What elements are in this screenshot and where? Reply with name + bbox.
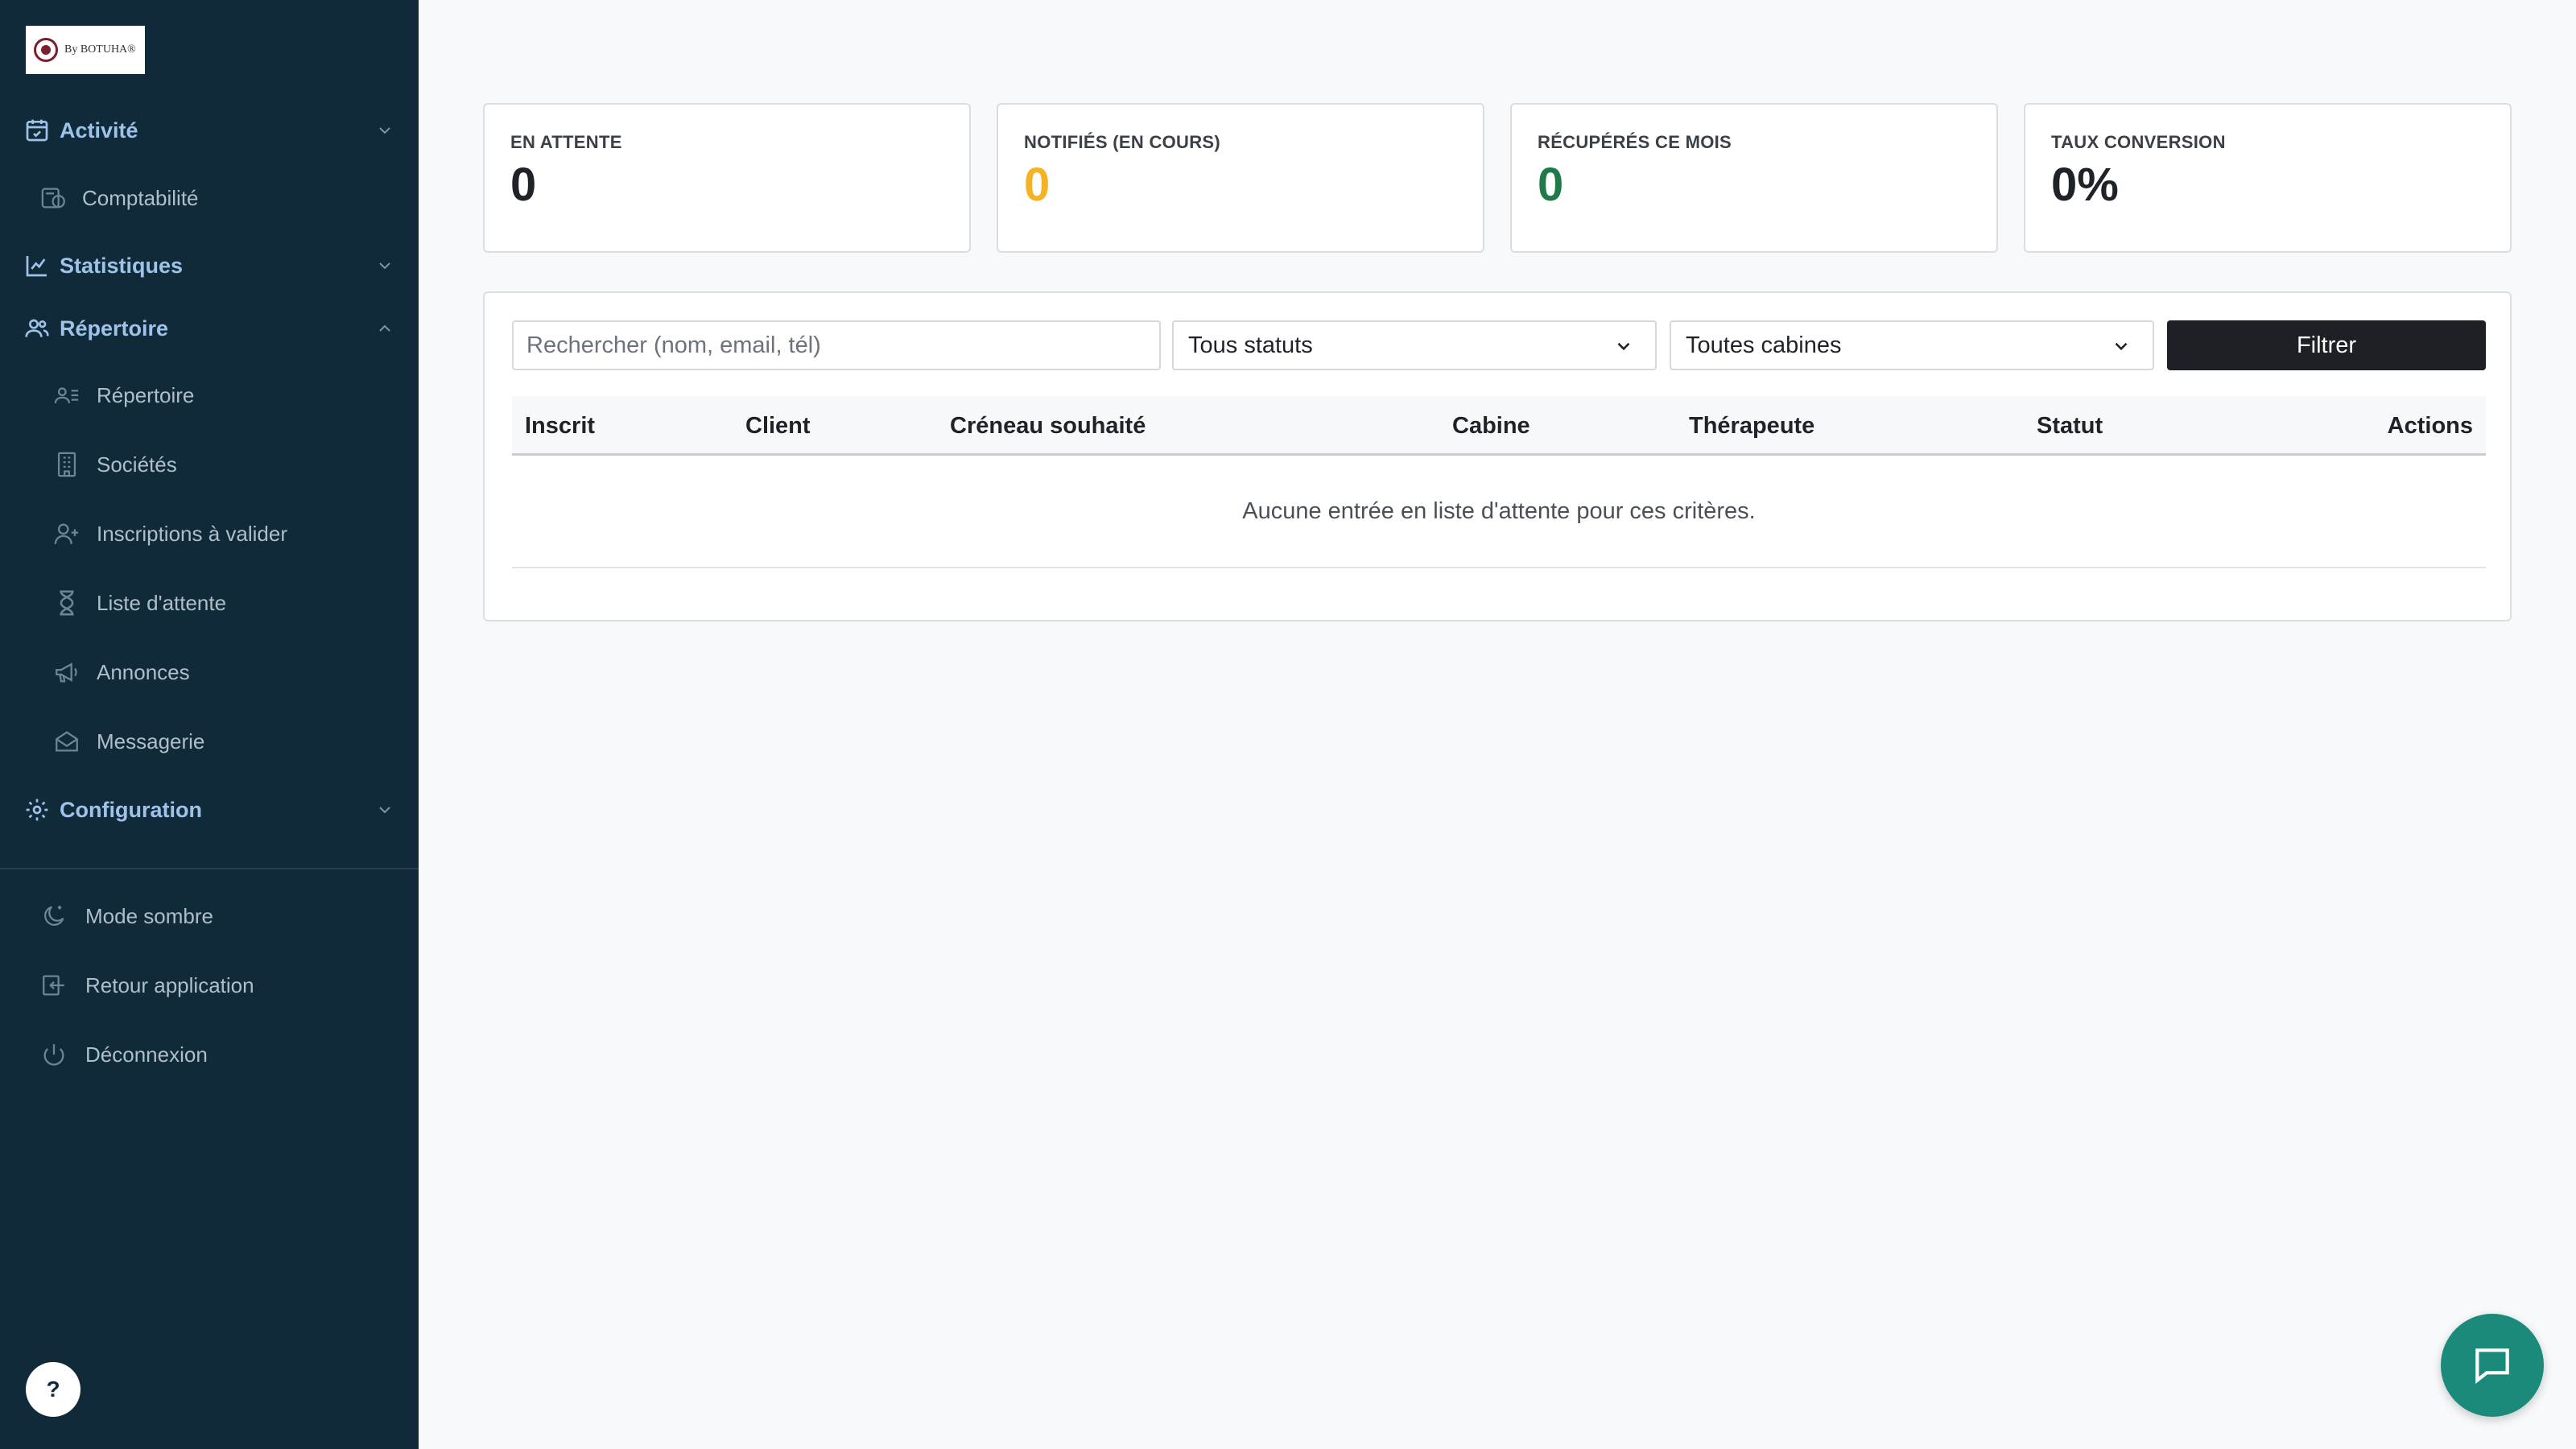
sidebar-item-label: Comptabilité [82,185,199,210]
address-book-icon [54,387,79,404]
stat-value: 0% [2051,159,2119,211]
sidebar-item-label: Messagerie [97,729,205,753]
sidebar-item-annonces[interactable]: Annonces [0,646,419,698]
sidebar-item-inscriptions[interactable]: Inscriptions à valider [0,508,419,559]
sidebar-section-repertoire[interactable]: Répertoire [0,303,419,354]
stat-card-notifies: NOTIFIÉS (EN COURS) 0 [997,103,1484,253]
sidebar: By BOTUHA® Activité Comptabilité Statist… [0,0,419,1449]
waitlist-panel: Tous statuts Toutes cabines Filtrer Insc… [483,291,2512,621]
status-select[interactable]: Tous statuts [1172,320,1657,370]
table-empty-row: Aucune entrée en liste d'attente pour ce… [512,456,2486,568]
sidebar-section-configuration[interactable]: Configuration [0,784,419,836]
sidebar-item-label: Déconnexion [85,1042,208,1067]
sidebar-divider [0,868,419,869]
sidebar-item-retour-application[interactable]: Retour application [0,960,419,1011]
chat-bubble-icon [2475,1348,2509,1385]
sidebar-section-statistiques[interactable]: Statistiques [0,240,419,291]
return-icon [43,975,64,996]
chat-button[interactable] [2441,1314,2544,1417]
sidebar-section-label: Statistiques [60,253,184,278]
sidebar-section-label: Configuration [60,797,202,822]
sidebar-item-liste-attente[interactable]: Liste d'attente [0,577,419,629]
sidebar-item-label: Retour application [85,972,254,997]
sidebar-item-deconnexion[interactable]: Déconnexion [0,1029,419,1080]
chevron-down-icon [379,262,390,270]
column-header-actions: Actions [2387,413,2473,439]
sidebar-item-repertoire[interactable]: Répertoire [0,369,419,421]
brand-logo[interactable]: By BOTUHA® [26,26,145,74]
hourglass-icon [60,590,74,616]
sidebar-item-label: Sociétés [97,452,177,477]
sidebar-item-label: Annonces [97,659,190,684]
app-root: By BOTUHA® Activité Comptabilité Statist… [0,0,2576,1449]
users-icon [25,319,49,337]
sidebar-item-comptabilite[interactable]: Comptabilité [0,172,419,224]
filter-button[interactable]: Filtrer [2167,320,2486,370]
chevron-down-icon [379,807,390,814]
column-header-statut[interactable]: Statut [2037,413,2103,440]
column-header-client[interactable]: Client [745,413,811,440]
megaphone-icon [56,663,77,683]
sidebar-item-label: Répertoire [97,382,195,407]
stat-label: NOTIFIÉS (EN COURS) [1024,132,1221,152]
brand-logo-text: By BOTUHA® [64,43,136,56]
search-input[interactable] [512,320,1161,370]
chevron-down-icon [1617,342,1630,351]
accounting-icon [41,188,65,208]
stat-label: TAUX CONVERSION [2051,132,2226,152]
building-icon [57,452,76,477]
column-header-creneau[interactable]: Créneau souhaité [950,413,1146,440]
user-plus-icon [54,523,79,544]
sidebar-section-label: Activité [60,118,138,142]
column-header-therapeute[interactable]: Thérapeute [1689,413,1814,440]
stat-label: EN ATTENTE [510,132,622,152]
chevron-down-icon [2115,342,2128,351]
empty-state-message: Aucune entrée en liste d'attente pour ce… [1242,497,1756,524]
status-select-value: Tous statuts [1188,332,1313,358]
cabin-select[interactable]: Toutes cabines [1670,320,2154,370]
stat-card-taux-conversion: TAUX CONVERSION 0% [2024,103,2512,253]
brand-mark-icon [34,38,58,62]
cabin-select-value: Toutes cabines [1686,332,1842,358]
stat-label: RÉCUPÉRÉS CE MOIS [1538,132,1732,152]
moon-icon [44,906,64,926]
sidebar-item-label: Mode sombre [85,903,213,928]
chevron-up-icon [379,324,390,332]
gear-icon [26,799,48,821]
sidebar-section-label: Répertoire [60,316,169,341]
sidebar-item-label: Inscriptions à valider [97,521,287,546]
table-header: Inscrit Client Créneau souhaité Cabine T… [512,396,2486,456]
stat-card-en-attente: EN ATTENTE 0 [483,103,971,253]
stat-value: 0 [510,159,537,211]
calendar-check-icon [26,119,48,142]
power-icon [43,1044,64,1066]
sidebar-item-societes[interactable]: Sociétés [0,439,419,490]
envelope-icon [56,731,78,752]
stat-value: 0 [1024,159,1051,211]
chart-line-icon [26,256,47,277]
sidebar-section-activite[interactable]: Activité [0,105,419,156]
stat-value: 0 [1538,159,1564,211]
sidebar-item-mode-sombre[interactable]: Mode sombre [0,890,419,942]
help-button-label: ? [46,1377,60,1402]
chevron-down-icon [379,127,390,134]
stat-card-recuperes: RÉCUPÉRÉS CE MOIS 0 [1510,103,1998,253]
column-header-inscrit[interactable]: Inscrit [525,413,595,440]
sidebar-item-messagerie[interactable]: Messagerie [0,716,419,767]
column-header-cabine[interactable]: Cabine [1452,413,1530,440]
help-button[interactable]: ? [26,1362,80,1417]
sidebar-item-label: Liste d'attente [97,590,227,615]
